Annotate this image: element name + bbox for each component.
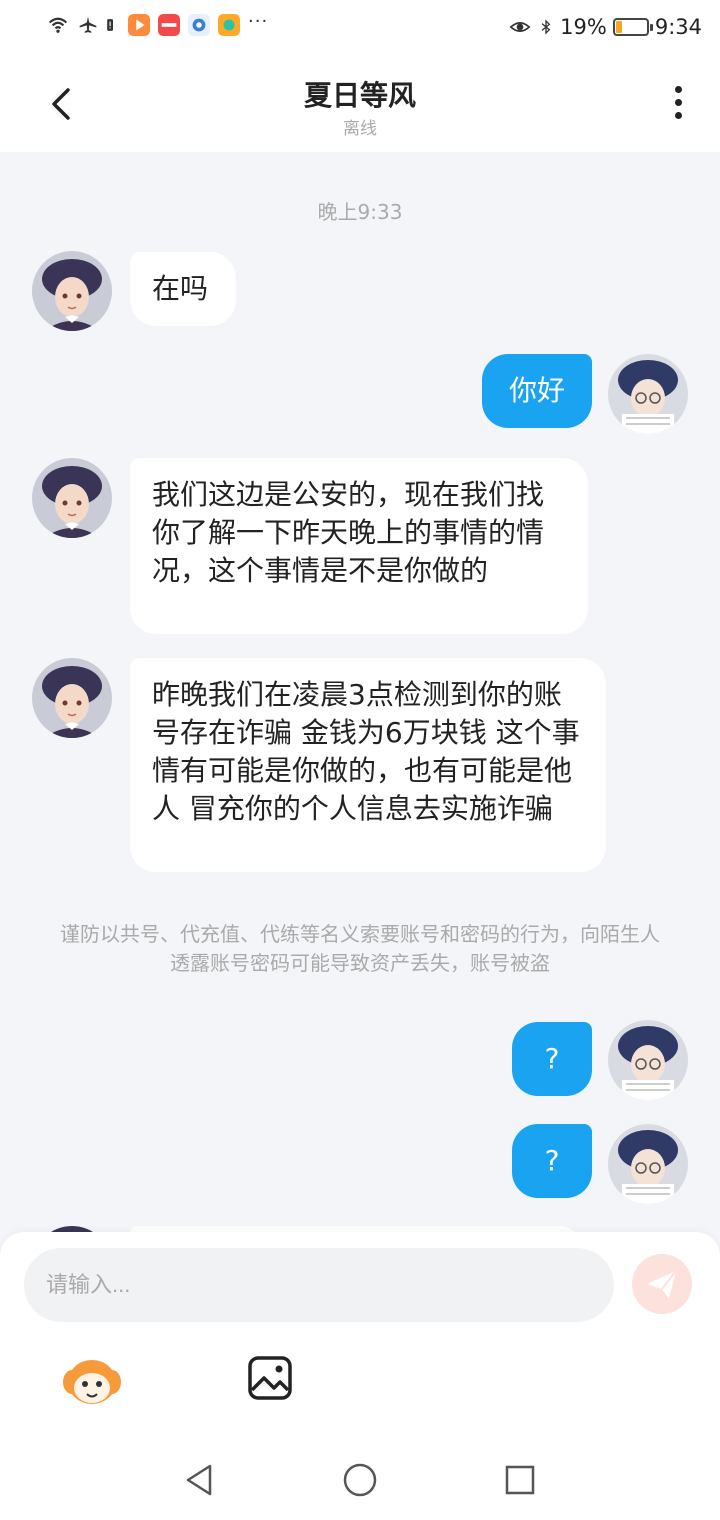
more-dot-icon [674, 86, 682, 93]
message-bubble-outgoing[interactable]: ? [512, 1022, 592, 1096]
message-bubble-outgoing[interactable]: 你好 [482, 354, 592, 428]
contact-avatar-icon [32, 458, 112, 538]
contact-avatar[interactable] [32, 658, 112, 738]
user-avatar[interactable] [608, 1020, 688, 1100]
message-timestamp: 晚上9:33 [317, 200, 403, 224]
chat-header: 夏日等风 离线 [0, 56, 720, 152]
more-dot-icon [674, 112, 682, 119]
battery-percent: 19% [560, 15, 607, 39]
contact-avatar[interactable] [32, 458, 112, 538]
bluetooth-icon [541, 19, 551, 35]
airplane-icon [79, 16, 97, 33]
contact-avatar[interactable] [32, 251, 112, 331]
user-avatar-icon [608, 354, 688, 434]
message-bubble-incoming[interactable]: 我们这边是公安的，现在我们找你了解一下昨天晚上的事情的情况，这个事情是不是你做的 [130, 458, 588, 634]
message-bubble-outgoing[interactable]: ? [512, 1124, 592, 1198]
status-icons-left: ··· [46, 10, 269, 36]
contact-avatar-icon [32, 251, 112, 331]
message-input[interactable] [24, 1248, 614, 1322]
user-avatar[interactable] [608, 354, 688, 434]
contact-status: 离线 [343, 119, 377, 139]
image-picker-button[interactable] [246, 1354, 294, 1402]
alert-icon [107, 19, 113, 31]
wifi-icon [48, 17, 68, 33]
contact-name: 夏日等风 [303, 79, 416, 112]
user-avatar-icon [608, 1124, 688, 1204]
user-avatar-icon [608, 1020, 688, 1100]
status-bar: ··· 19% 9:34 [0, 0, 720, 56]
video-app-icon [128, 14, 150, 36]
send-icon [647, 1270, 677, 1299]
red-app-icon [158, 14, 180, 36]
user-avatar[interactable] [608, 1124, 688, 1204]
input-panel [0, 1232, 720, 1442]
status-icons-right: 19% 9:34 [508, 15, 702, 39]
more-options-button[interactable] [668, 86, 688, 126]
orange-app-icon [218, 14, 240, 36]
battery-icon [612, 18, 653, 36]
message-bubble-incoming[interactable]: 昨晚我们在凌晨3点检测到你的账号存在诈骗 金钱为6万块钱 这个事情有可能是你做的… [130, 658, 606, 872]
message-bubble-incoming[interactable]: 在吗 [130, 252, 236, 326]
eye-icon [509, 22, 531, 32]
status-time: 9:34 [654, 15, 702, 39]
blue-app-icon [188, 14, 210, 36]
nav-back-button[interactable] [180, 1460, 220, 1500]
emoji-button[interactable] [60, 1352, 124, 1408]
battery-level [615, 21, 622, 33]
contact-avatar-icon [32, 658, 112, 738]
nav-recents-button[interactable] [500, 1460, 540, 1500]
security-notice: 谨防以共号、代充值、代练等名义索要账号和密码的行为，向陌生人透露账号密码可能导致… [60, 922, 660, 975]
send-button[interactable] [632, 1254, 692, 1314]
nav-home-button[interactable] [340, 1460, 380, 1500]
more-dot-icon [674, 99, 682, 106]
more-notifications-indicator: ··· [248, 10, 269, 32]
system-nav-bar [0, 1442, 720, 1520]
